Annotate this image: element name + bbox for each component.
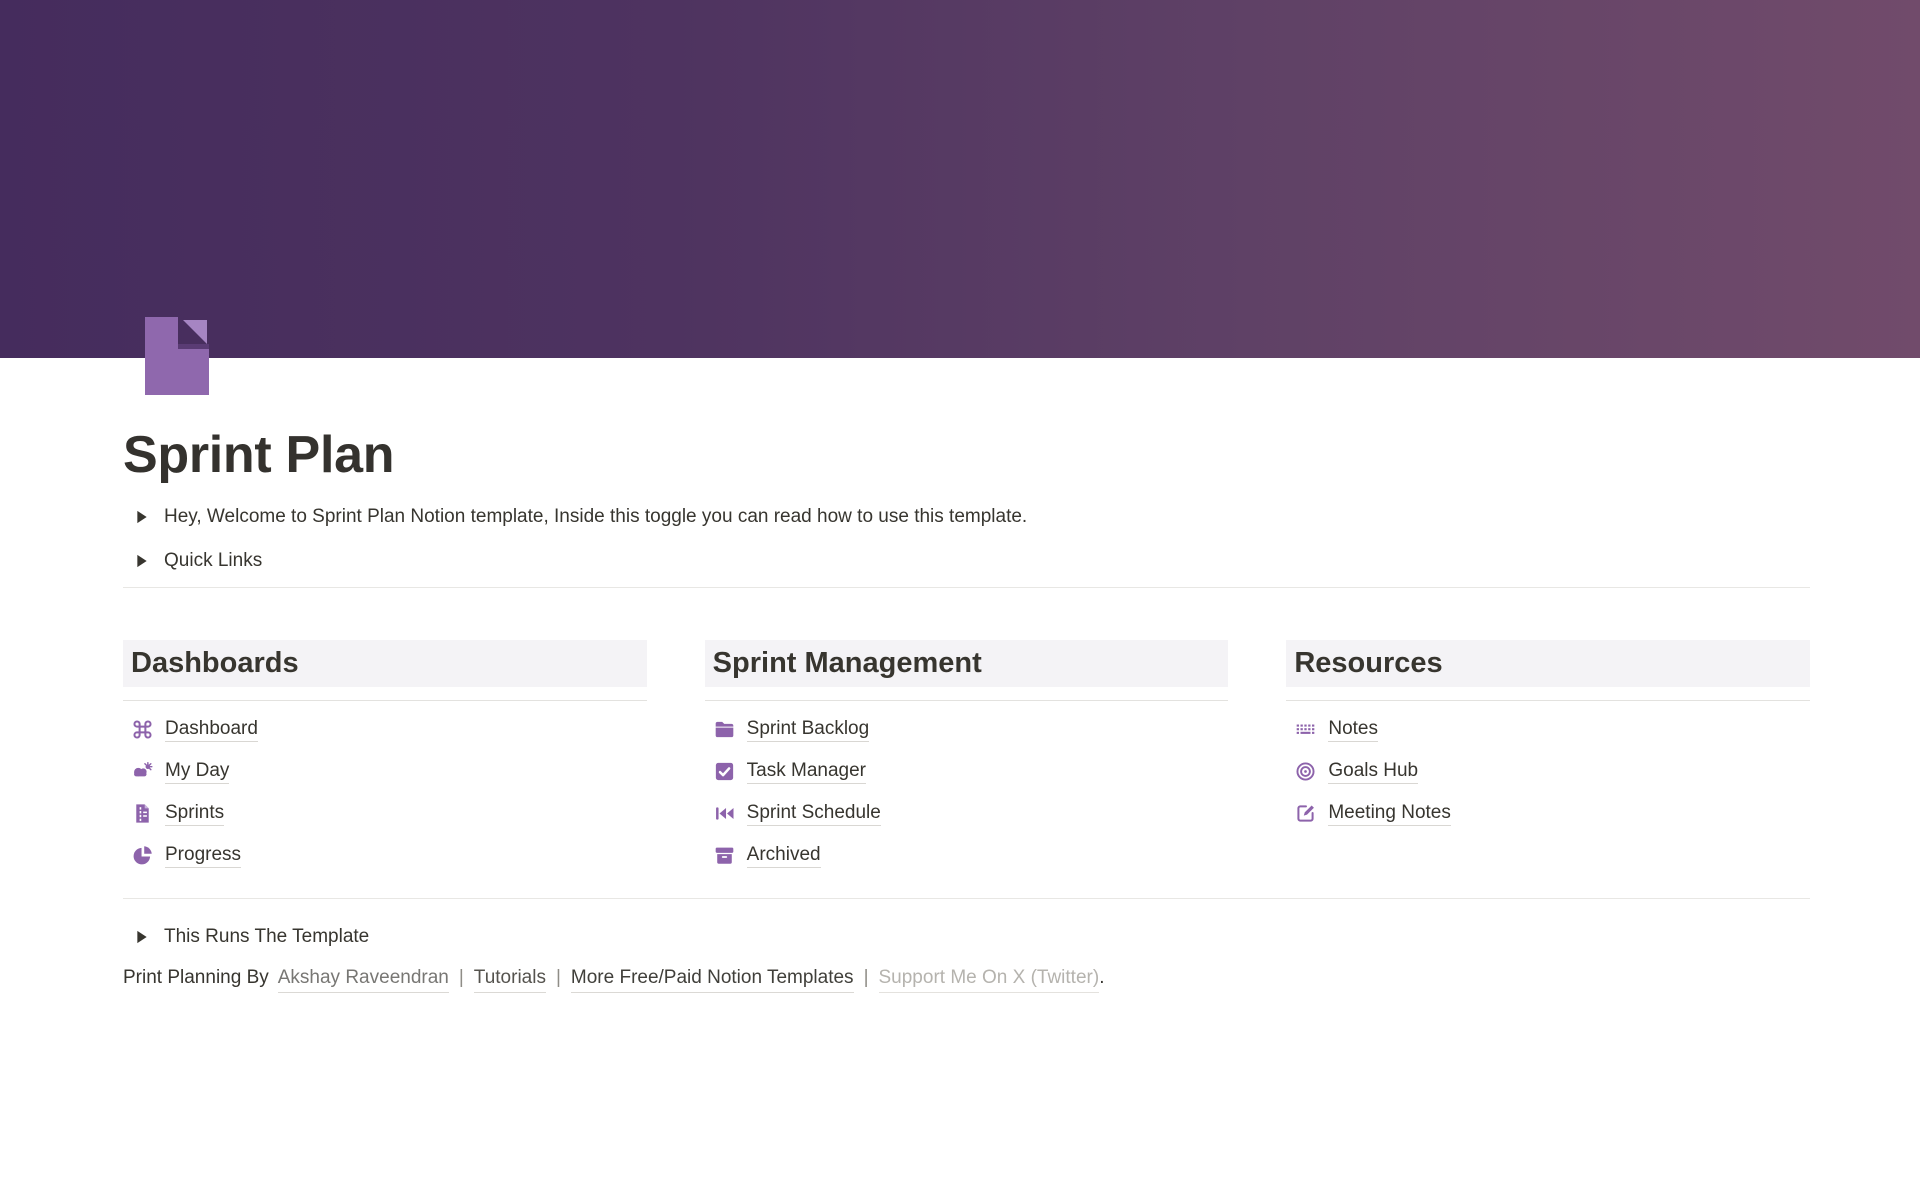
page-link-meeting-notes[interactable]: Meeting Notes bbox=[1286, 800, 1810, 827]
archive-box-icon bbox=[713, 844, 736, 867]
page-link-label: Archived bbox=[747, 844, 821, 868]
divider bbox=[1286, 700, 1810, 701]
keyboard-icon bbox=[1294, 718, 1317, 741]
support-twitter-link[interactable]: Support Me On X (Twitter) bbox=[879, 965, 1100, 993]
column-sprint-management: Sprint Management Sprint Backlog Task Ma… bbox=[705, 640, 1229, 869]
page-link-label: Task Manager bbox=[747, 760, 866, 784]
document-lines-icon bbox=[131, 802, 154, 825]
author-link[interactable]: Akshay Raveendran bbox=[278, 965, 449, 993]
page-link-label: Sprints bbox=[165, 802, 224, 826]
credits-separator: | bbox=[556, 965, 561, 991]
credits-line: Print Planning By Akshay Raveendran | Tu… bbox=[123, 965, 1810, 993]
page-link-progress[interactable]: Progress bbox=[123, 842, 647, 869]
page-link-notes[interactable]: Notes bbox=[1286, 716, 1810, 743]
page-link-label: Sprint Backlog bbox=[747, 718, 870, 742]
column-header-resources: Resources bbox=[1286, 640, 1810, 687]
page-link-label: Meeting Notes bbox=[1328, 802, 1451, 826]
rewind-icon bbox=[713, 802, 736, 825]
page-link-label: Progress bbox=[165, 844, 241, 868]
page-link-my-day[interactable]: My Day bbox=[123, 758, 647, 785]
page-link-sprint-backlog[interactable]: Sprint Backlog bbox=[705, 716, 1229, 743]
page-link-label: Goals Hub bbox=[1328, 760, 1418, 784]
page-link-label: Notes bbox=[1328, 718, 1378, 742]
page-link-task-manager[interactable]: Task Manager bbox=[705, 758, 1229, 785]
credits-suffix: . bbox=[1099, 965, 1104, 991]
page-link-goals-hub[interactable]: Goals Hub bbox=[1286, 758, 1810, 785]
toggle-runs-template[interactable]: This Runs The Template bbox=[123, 924, 1810, 950]
divider bbox=[123, 700, 647, 701]
command-icon bbox=[131, 718, 154, 741]
toggle-welcome-label: Hey, Welcome to Sprint Plan Notion templ… bbox=[164, 504, 1027, 530]
page-link-label: Sprint Schedule bbox=[747, 802, 881, 826]
column-header-sprint-management: Sprint Management bbox=[705, 640, 1229, 687]
page-title[interactable]: Sprint Plan bbox=[123, 358, 1810, 486]
toggle-welcome[interactable]: Hey, Welcome to Sprint Plan Notion templ… bbox=[123, 504, 1810, 530]
page-link-sprint-schedule[interactable]: Sprint Schedule bbox=[705, 800, 1229, 827]
folder-icon bbox=[713, 718, 736, 741]
toggle-quick-links-label: Quick Links bbox=[164, 548, 262, 574]
credits-prefix: Print Planning By bbox=[123, 965, 269, 991]
page-link-sprints[interactable]: Sprints bbox=[123, 800, 647, 827]
toggle-triangle-icon[interactable] bbox=[132, 930, 152, 944]
sun-behind-cloud-icon bbox=[131, 760, 154, 783]
link-columns: Dashboards Dashboard My Day Sprints bbox=[123, 640, 1810, 869]
tutorials-link[interactable]: Tutorials bbox=[474, 965, 546, 993]
column-header-dashboards: Dashboards bbox=[123, 640, 647, 687]
page-cover bbox=[0, 0, 1920, 358]
page-link-archived[interactable]: Archived bbox=[705, 842, 1229, 869]
page-link-dashboard[interactable]: Dashboard bbox=[123, 716, 647, 743]
credits-separator: | bbox=[864, 965, 869, 991]
toggle-triangle-icon[interactable] bbox=[132, 554, 152, 568]
toggle-triangle-icon[interactable] bbox=[132, 510, 152, 524]
credits-separator: | bbox=[459, 965, 464, 991]
edit-pencil-icon bbox=[1294, 802, 1317, 825]
page-link-label: My Day bbox=[165, 760, 229, 784]
divider bbox=[705, 700, 1229, 701]
page-body: Sprint Plan Hey, Welcome to Sprint Plan … bbox=[123, 358, 1810, 993]
more-templates-link[interactable]: More Free/Paid Notion Templates bbox=[571, 965, 854, 993]
toggle-runs-template-label: This Runs The Template bbox=[164, 924, 369, 950]
checked-checkbox-icon bbox=[713, 760, 736, 783]
divider bbox=[123, 898, 1810, 899]
divider bbox=[123, 587, 1810, 588]
column-resources: Resources Notes Goals Hub Meeting Notes bbox=[1286, 640, 1810, 869]
pie-chart-icon bbox=[131, 844, 154, 867]
column-dashboards: Dashboards Dashboard My Day Sprints bbox=[123, 640, 647, 869]
target-icon bbox=[1294, 760, 1317, 783]
toggle-quick-links[interactable]: Quick Links bbox=[123, 548, 1810, 574]
page-link-label: Dashboard bbox=[165, 718, 258, 742]
